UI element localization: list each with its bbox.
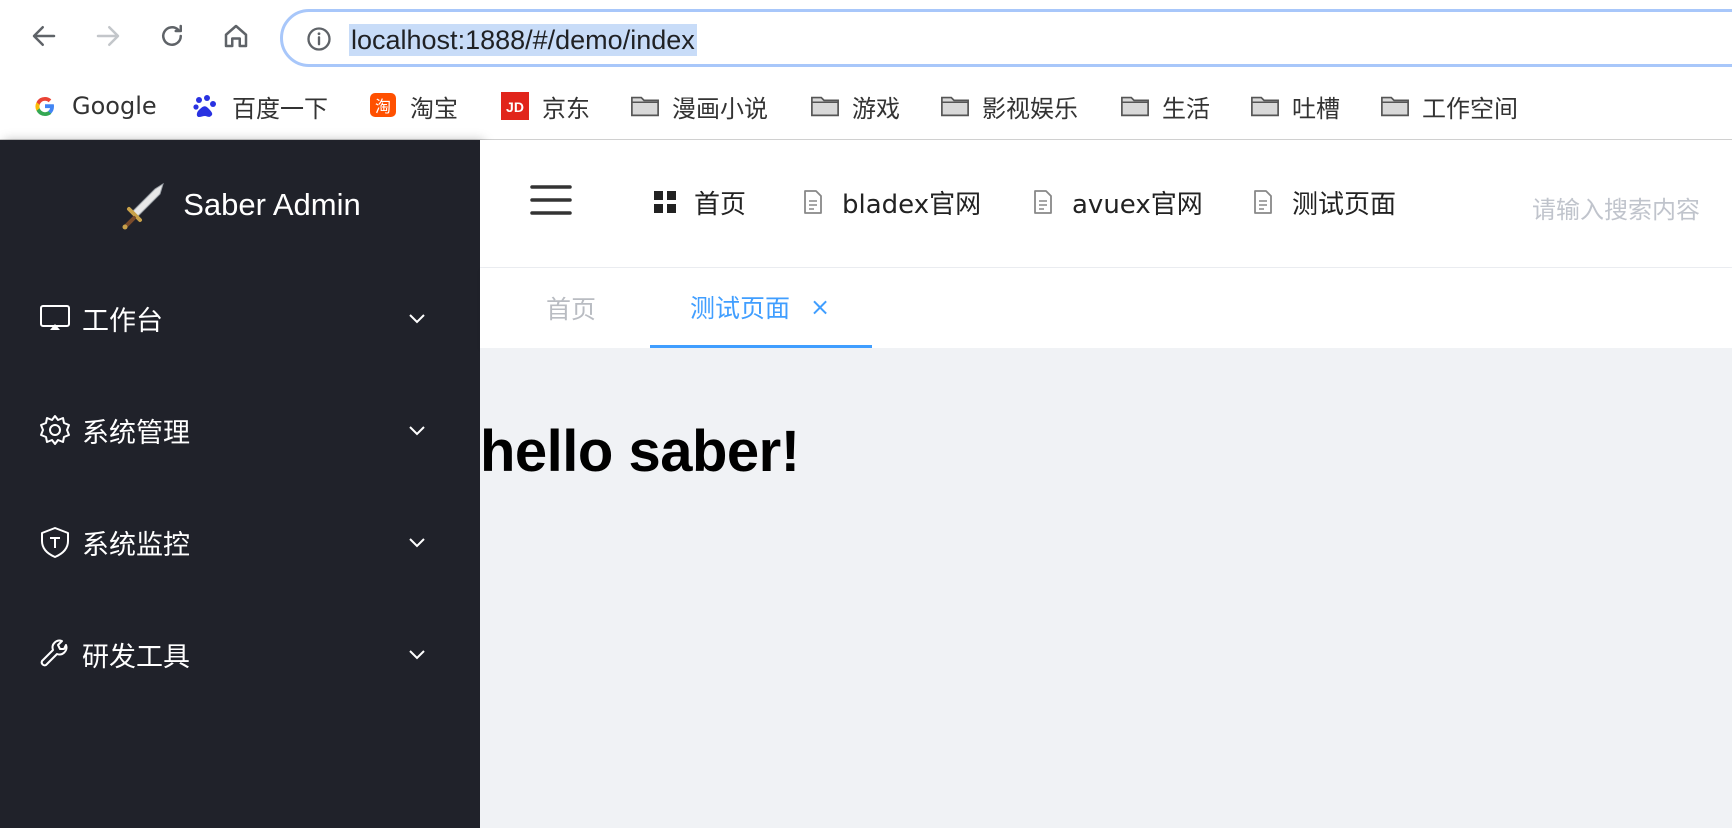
bookmark-jd[interactable]: JD 京东 (500, 86, 590, 126)
page-heading: hello saber! (480, 419, 800, 484)
document-icon (804, 190, 822, 214)
url-text[interactable]: localhost:1888/#/demo/index (349, 24, 697, 56)
sidebar-item-system-management[interactable]: 系统管理 (0, 374, 480, 486)
baidu-paw-icon (190, 91, 220, 121)
home-button[interactable] (216, 16, 256, 56)
grid-icon (654, 191, 676, 213)
sidebar-item-label: 系统监控 (82, 529, 190, 561)
topnav-bladex[interactable]: bladex官网 (800, 184, 981, 220)
bookmark-google[interactable]: Google (30, 86, 157, 126)
bookmark-label: 吐槽 (1292, 94, 1340, 123)
svg-text:淘: 淘 (375, 97, 391, 116)
folder-icon (1250, 91, 1280, 121)
chevron-down-icon (409, 538, 425, 548)
forward-arrow-icon (96, 26, 120, 46)
document-icon (1034, 190, 1052, 214)
topnav-label: bladex官网 (842, 189, 982, 220)
sidebar-item-dashboard[interactable]: 工作台 (0, 262, 480, 374)
reload-button[interactable] (152, 16, 192, 56)
jd-icon: JD (500, 91, 530, 121)
bookmark-label: Google (72, 92, 157, 120)
browser-toolbar: localhost:1888/#/demo/index (0, 0, 1732, 76)
folder-icon (810, 91, 840, 121)
sword-icon (122, 182, 165, 230)
sidebar-item-label: 工作台 (82, 305, 163, 337)
monitor-icon (40, 305, 70, 330)
main-content: hello saber! (480, 348, 1732, 828)
topnav-avuex[interactable]: avuex官网 (1030, 184, 1203, 220)
forward-button[interactable] (88, 16, 128, 56)
bookmark-label: 京东 (542, 94, 590, 123)
close-icon[interactable]: × (810, 293, 830, 321)
sidebar-logo[interactable]: Saber Admin (0, 140, 480, 270)
sidebar-item-label: 系统管理 (82, 417, 190, 449)
topnav-home[interactable]: 首页 (652, 184, 746, 220)
bookmark-label: 工作空间 (1422, 94, 1518, 123)
tag-label: 测试页面 (690, 293, 791, 323)
bookmark-label: 游戏 (852, 94, 900, 123)
sidebar-item-label: 研发工具 (82, 641, 190, 673)
home-icon (224, 24, 248, 48)
svg-text:JD: JD (506, 99, 524, 115)
back-arrow-icon (32, 26, 56, 46)
tag-home[interactable]: 首页 (546, 268, 596, 348)
tag-label: 首页 (546, 295, 597, 324)
topnav-label: 首页 (694, 189, 747, 220)
bookmark-folder-workspace[interactable]: 工作空间 (1380, 86, 1518, 126)
topnav-test-page[interactable]: 测试页面 (1250, 184, 1396, 220)
document-icon (1254, 190, 1272, 214)
bookmark-label: 生活 (1162, 94, 1210, 123)
bookmark-folder-entertainment[interactable]: 影视娱乐 (940, 86, 1078, 126)
bookmarks-bar: Google 百度一下 淘 淘宝 JD 京东 漫画小说 游戏 影视娱乐 生活 吐… (0, 76, 1732, 140)
back-button[interactable] (24, 16, 64, 56)
address-bar[interactable]: localhost:1888/#/demo/index (280, 9, 1732, 67)
chevron-down-icon (409, 426, 425, 436)
search-input[interactable]: 请输入搜索内容 (1532, 190, 1700, 225)
bookmark-label: 淘宝 (410, 94, 458, 123)
shield-icon (41, 527, 69, 558)
sidebar: Saber Admin 工作台 系统管理 系统监控 研发工具 (0, 140, 480, 828)
top-header: 首页 bladex官网 avuex官网 测试页面 请输入搜索内容 (480, 140, 1732, 268)
topnav-label: avuex官网 (1072, 189, 1203, 220)
bookmark-folder-games[interactable]: 游戏 (810, 86, 900, 126)
tag-test-page[interactable]: 测试页面 × (650, 268, 872, 348)
chevron-down-icon (409, 650, 425, 660)
folder-icon (630, 91, 660, 121)
bookmark-label: 漫画小说 (672, 94, 768, 123)
folder-icon (940, 91, 970, 121)
wrench-icon (40, 639, 68, 667)
folder-icon (1380, 91, 1410, 121)
taobao-icon: 淘 (368, 91, 398, 121)
sidebar-item-system-monitoring[interactable]: 系统监控 (0, 486, 480, 598)
folder-icon (1120, 91, 1150, 121)
bookmark-label: 影视娱乐 (982, 94, 1078, 123)
bookmark-label: 百度一下 (232, 94, 328, 123)
topnav-label: 测试页面 (1292, 189, 1397, 220)
bookmark-folder-manga[interactable]: 漫画小说 (630, 86, 768, 126)
bookmark-baidu[interactable]: 百度一下 (190, 86, 328, 126)
bookmark-taobao[interactable]: 淘 淘宝 (368, 86, 458, 126)
reload-icon (162, 24, 182, 46)
gear-icon (40, 415, 70, 445)
info-icon[interactable] (305, 25, 333, 53)
google-icon (30, 91, 60, 121)
bookmark-folder-life[interactable]: 生活 (1120, 86, 1210, 126)
hamburger-menu-icon[interactable] (530, 182, 572, 218)
tags-bar: 首页 测试页面 × (480, 268, 1732, 348)
app-title: Saber Admin (183, 187, 361, 222)
sidebar-item-dev-tools[interactable]: 研发工具 (0, 598, 480, 710)
bookmark-folder-rant[interactable]: 吐槽 (1250, 86, 1340, 126)
chevron-down-icon (409, 314, 425, 324)
